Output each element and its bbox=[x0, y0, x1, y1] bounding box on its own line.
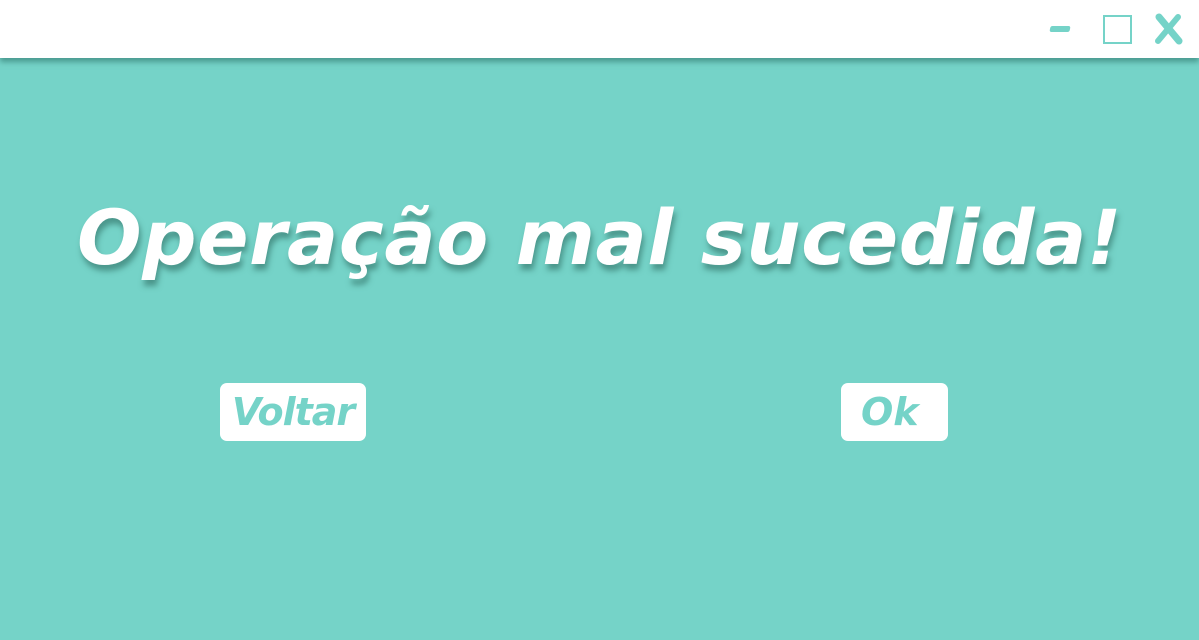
close-button[interactable] bbox=[1146, 0, 1190, 58]
app-window: Operação mal sucedida! Voltar Ok bbox=[0, 0, 1199, 640]
ok-button[interactable]: Ok bbox=[841, 383, 948, 441]
minimize-icon bbox=[1049, 26, 1071, 32]
status-message: Operação mal sucedida! bbox=[76, 193, 1123, 282]
title-bar bbox=[0, 0, 1199, 58]
maximize-button[interactable] bbox=[1096, 0, 1138, 58]
maximize-icon bbox=[1102, 14, 1132, 44]
close-icon bbox=[1155, 13, 1183, 45]
back-button[interactable]: Voltar bbox=[220, 383, 366, 441]
minimize-button[interactable] bbox=[1040, 0, 1080, 58]
